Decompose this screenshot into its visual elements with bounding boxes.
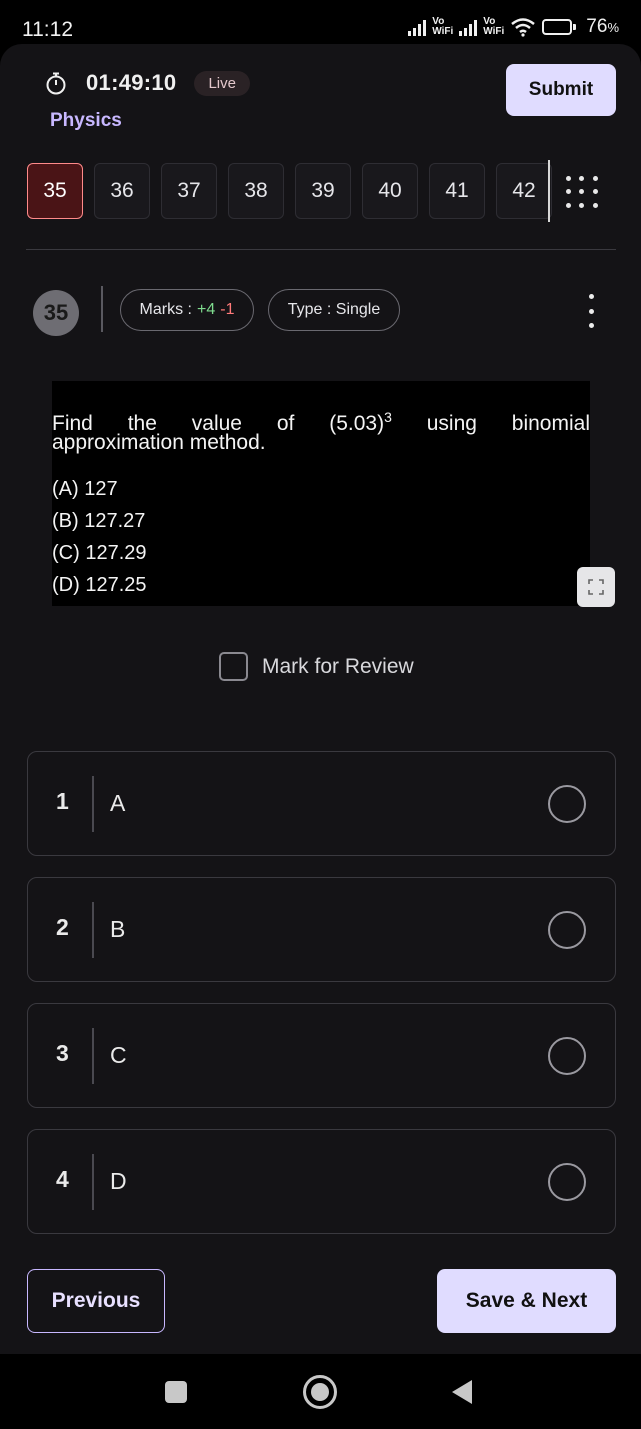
status-time: 11:12	[22, 18, 73, 41]
question-option: (D) 127.25	[52, 574, 147, 596]
choice-label: D	[110, 1168, 127, 1194]
question-number-badge: 35	[33, 290, 79, 336]
choice-radio[interactable]	[548, 1163, 586, 1201]
choice-number: 4	[56, 1166, 69, 1192]
live-badge: Live	[194, 70, 250, 96]
quiz-screen: 01:49:10 Live Physics Submit 35 36 37 38…	[0, 44, 641, 1354]
wifi-icon	[511, 18, 536, 37]
choice-separator	[92, 902, 94, 958]
nav-back-icon[interactable]	[452, 1380, 472, 1404]
timer-text: 01:49:10	[86, 70, 177, 95]
answer-choice[interactable]: 1 A	[27, 751, 616, 856]
previous-button[interactable]: Previous	[27, 1269, 165, 1333]
timer-row: 01:49:10 Live	[44, 70, 250, 96]
kebab-menu-icon[interactable]	[583, 294, 599, 328]
battery-percent: 76%	[586, 16, 619, 37]
choice-label: A	[110, 790, 126, 816]
question-nav-item[interactable]: 39	[295, 163, 351, 219]
question-nav-item[interactable]: 38	[228, 163, 284, 219]
grid-menu-icon[interactable]	[566, 176, 600, 210]
question-option: (B) 127.27	[52, 510, 146, 532]
system-nav-bar	[0, 1354, 641, 1429]
review-label: Mark for Review	[262, 654, 414, 678]
choice-separator	[92, 1028, 94, 1084]
question-text-line2: approximation method.	[52, 431, 266, 454]
subject-label: Physics	[50, 110, 122, 131]
question-nav-item[interactable]: 36	[94, 163, 150, 219]
question-option: (C) 127.29	[52, 542, 147, 564]
volte-wifi-label-2: Vo WiFi	[483, 16, 505, 37]
choice-separator	[92, 1154, 94, 1210]
volte-wifi-label-1: Vo WiFi	[432, 16, 454, 37]
type-pill: Type : Single	[268, 289, 400, 331]
answer-choice[interactable]: 4 D	[27, 1129, 616, 1234]
question-nav-item[interactable]: 40	[362, 163, 418, 219]
marks-negative: -1	[220, 301, 235, 318]
question-option: (A) 127	[52, 478, 118, 500]
marks-positive: +4	[196, 301, 216, 318]
question-nav-item[interactable]: 42	[496, 163, 552, 219]
submit-button[interactable]: Submit	[506, 64, 616, 116]
nav-recents-icon[interactable]	[165, 1381, 187, 1403]
choice-number: 2	[56, 914, 69, 940]
nav-home-icon[interactable]	[303, 1375, 337, 1409]
choice-radio[interactable]	[548, 785, 586, 823]
question-nav-separator	[548, 160, 550, 222]
choice-number: 1	[56, 788, 69, 814]
question-nav-item[interactable]: 41	[429, 163, 485, 219]
question-nav-item[interactable]: 35	[27, 163, 83, 219]
choice-radio[interactable]	[548, 911, 586, 949]
signal-icon	[408, 18, 427, 36]
review-checkbox[interactable]	[219, 652, 248, 681]
answer-choice[interactable]: 3 C	[27, 1003, 616, 1108]
question-meta-separator	[101, 286, 103, 332]
marks-pill: Marks : +4 -1	[120, 289, 254, 331]
expand-icon[interactable]	[577, 567, 615, 607]
save-next-button[interactable]: Save & Next	[437, 1269, 616, 1333]
choice-separator	[92, 776, 94, 832]
question-nav: 35 36 37 38 39 40 41 42	[27, 163, 552, 219]
choice-label: C	[110, 1042, 127, 1068]
battery-icon	[542, 19, 577, 35]
status-icons: Vo WiFi Vo WiFi 76%	[408, 16, 619, 38]
stopwatch-icon	[46, 72, 66, 95]
question-nav-item[interactable]: 37	[161, 163, 217, 219]
divider	[26, 249, 616, 250]
signal-icon	[459, 18, 478, 36]
answer-choice[interactable]: 2 B	[27, 877, 616, 982]
choice-label: B	[110, 916, 126, 942]
question-card: Find the value of (5.03)3 using binomial…	[52, 381, 590, 606]
choice-radio[interactable]	[548, 1037, 586, 1075]
mark-for-review[interactable]: Mark for Review	[219, 652, 414, 681]
choice-number: 3	[56, 1040, 69, 1066]
